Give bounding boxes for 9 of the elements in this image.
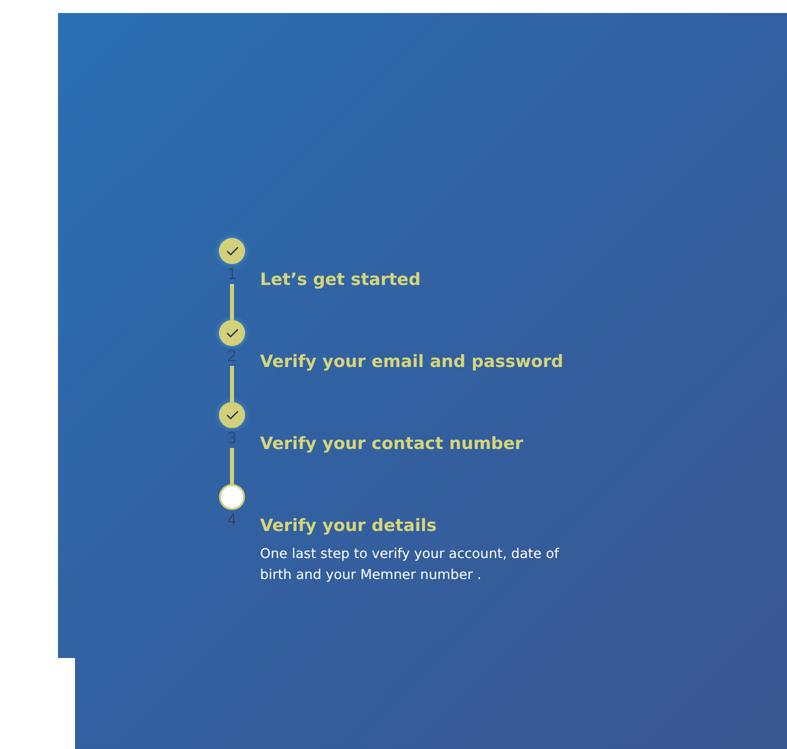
step-title: Verify your email and password [260,352,564,372]
step-title: Verify your details [260,516,438,536]
step-number: 2 [227,346,237,366]
step-title: Verify your contact number [260,434,524,454]
step-description: One last step to verify your account, date of birth and your Memner number . [260,545,560,585]
step-number: 1 [227,264,237,284]
step-title: Let’s get started [260,270,422,290]
step-number: 3 [227,428,237,448]
step-number: 4 [227,510,237,530]
